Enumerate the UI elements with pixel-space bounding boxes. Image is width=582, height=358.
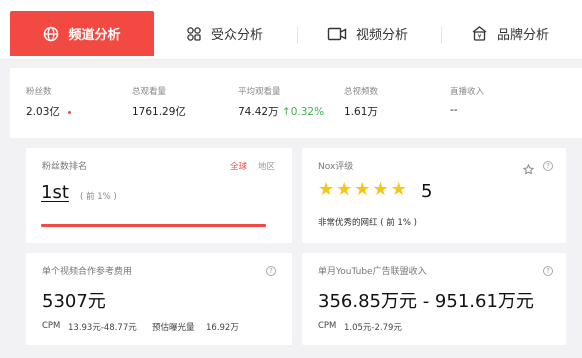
stat-label: 平均观看量 [238,87,281,97]
stat-label: 总观看量 [132,87,167,97]
stat-label: 粉丝数 [26,87,52,97]
svg-text:¥: ¥ [478,34,482,41]
brand-icon: ¥ [471,25,488,42]
tab-label: 受众分析 [211,28,264,43]
cost-value: 5307元 [42,291,106,312]
card-title: 单个视频合作参考费用 [42,267,133,277]
cpm-value: 13.93元-48.77元 [68,323,137,333]
tab-divider [297,26,298,44]
rank-value: 1st [41,182,69,203]
tab-channel-analysis[interactable]: 频道分析 [10,11,154,56]
red-dot-icon [67,110,71,114]
star-icon: ★ [372,179,389,200]
video-icon [327,26,347,42]
stat-value-wrap: 2.03亿 [26,104,71,119]
star-icon: ★ [318,179,335,200]
stat-value: -- [450,104,458,116]
ad-income-value: 356.85万元 - 951.61万元 [318,291,534,312]
stat-value: 1761.29亿 [132,106,186,118]
help-icon[interactable]: ? [543,161,553,171]
star-icon: ★ [336,179,353,200]
exposure-label: 预估曝光量 [152,323,195,333]
nox-description: 非常优秀的网红 ( 前 1% ) [318,218,417,228]
stat-value: 1.61万 [344,106,378,118]
crown-icon[interactable] [522,160,535,179]
ad-income-card: 单月YouTube广告联盟收入 ? 356.85万元 - 951.61万元 CP… [302,253,566,345]
cpm-label: CPM [42,321,61,331]
filter-region[interactable]: 地区 [258,160,275,172]
stat-change: 0.32% [290,106,325,118]
stat-value: 2.03亿 [26,106,60,118]
card-title: 单月YouTube广告联盟收入 [318,267,427,277]
tab-label: 视频分析 [356,28,409,43]
cpm-label: CPM [318,321,337,331]
tab-divider [441,26,442,44]
tab-label: 频道分析 [68,28,121,43]
rank-card: 粉丝数排名 全球 地区 1st ( 前 1% ) [26,148,292,243]
arrow-up-icon: ↑ [281,106,291,118]
star-icon: ★ [390,179,407,200]
card-title: 粉丝数排名 [42,162,88,172]
rank-percent: ( 前 1% ) [80,192,117,202]
tab-bar: 频道分析 受众分析 视频分析 ¥ 品牌分析 [0,0,582,60]
collab-cost-card: 单个视频合作参考费用 ? 5307元 CPM 13.93元-48.77元 预估曝… [26,253,292,345]
help-icon[interactable]: ? [543,266,553,276]
nox-score: 5 [421,181,433,202]
nox-rating-card: Nox评级 ? ★ ★ ★ ★ ★ 5 非常优秀的网红 ( 前 1% ) [302,148,566,243]
tab-label: 品牌分析 [497,28,550,43]
filter-global[interactable]: 全球 [230,160,247,172]
stat-label: 直播收入 [450,87,485,97]
stats-bar: 粉丝数 2.03亿 总观看量 1761.29亿 平均观看量 74.42万 ↑0.… [10,68,582,138]
stat-value: 74.42万 [238,106,279,118]
stat-value-wrap: 74.42万 ↑0.32% [238,104,324,119]
star-rating: ★ ★ ★ ★ ★ [318,180,409,200]
exposure-value: 16.92万 [206,323,239,333]
tab-audience-analysis[interactable]: 受众分析 [186,11,263,56]
rank-progress-bar [41,224,266,227]
tab-brand-analysis[interactable]: ¥ 品牌分析 [471,11,549,56]
cpm-value: 1.05元-2.79元 [344,323,402,333]
globe-icon [43,26,59,42]
card-title: Nox评级 [318,162,354,172]
tab-video-analysis[interactable]: 视频分析 [327,11,408,56]
stat-label: 总视频数 [344,87,379,97]
audience-icon [186,26,202,42]
help-icon[interactable]: ? [266,266,276,276]
star-icon: ★ [354,179,371,200]
